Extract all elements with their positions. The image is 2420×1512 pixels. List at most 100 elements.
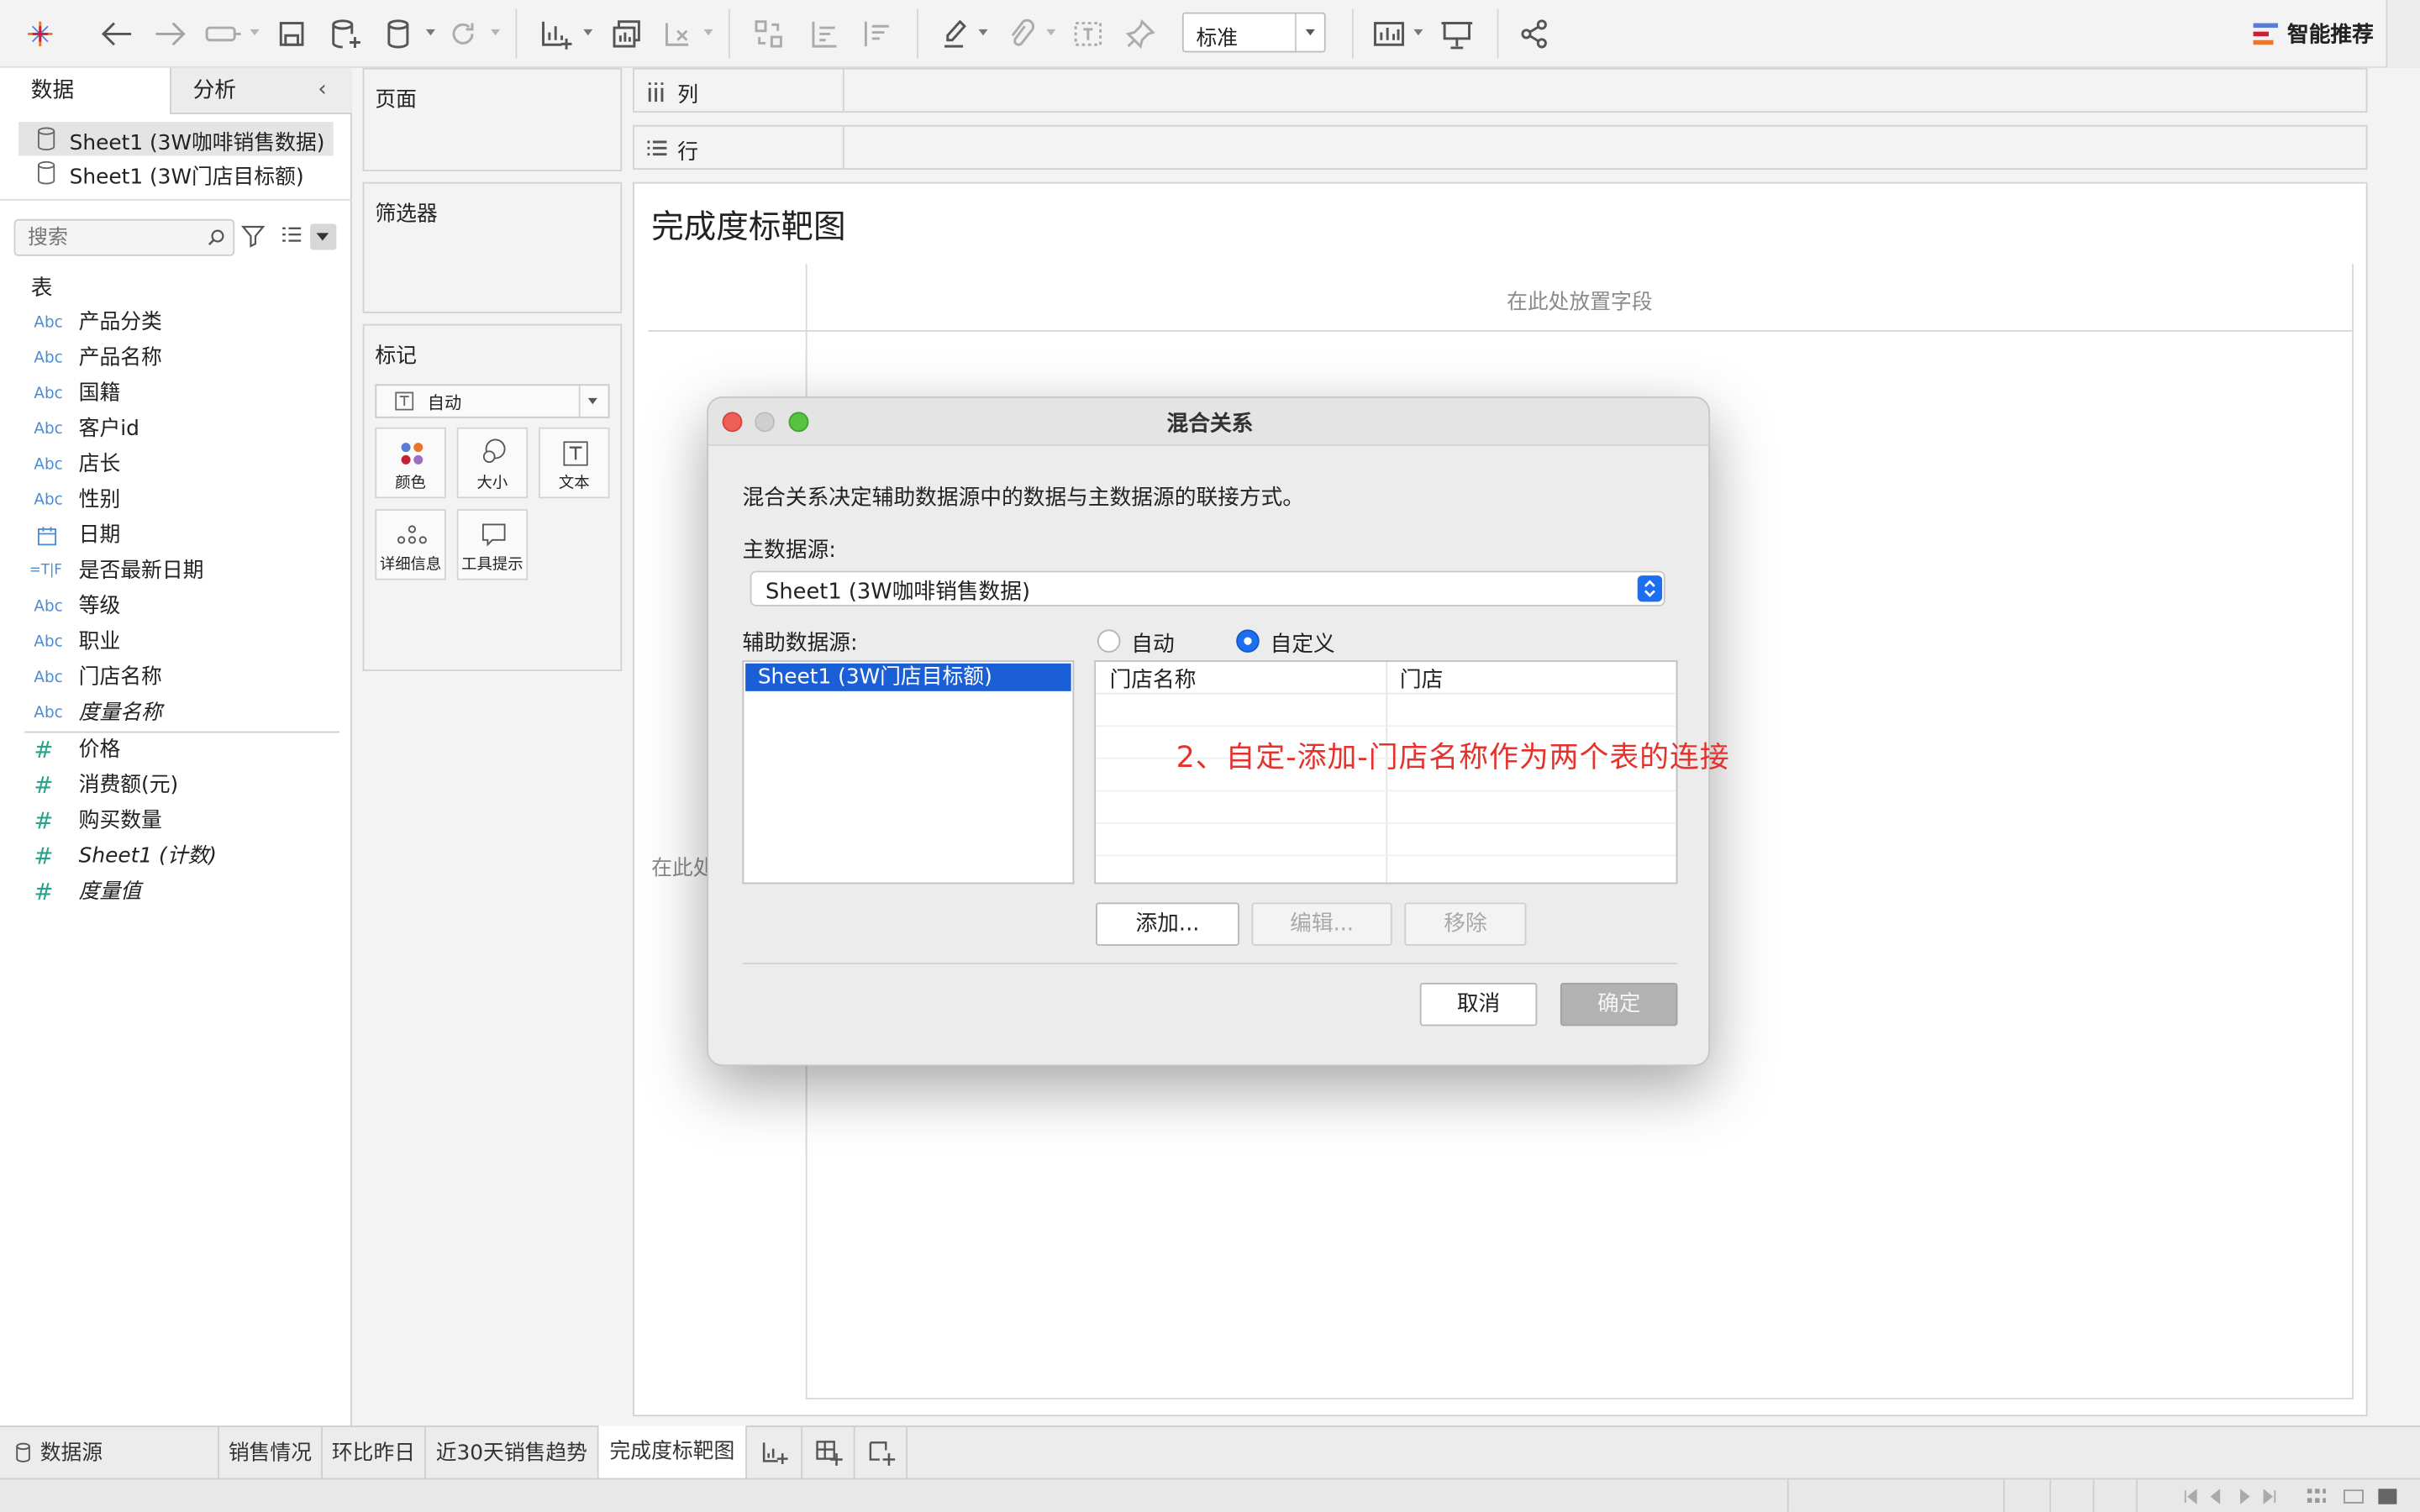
sheet-tab-active[interactable]: 完成度标靶图 — [598, 1425, 747, 1480]
cancel-button[interactable]: 取消 — [1419, 982, 1538, 1026]
collapse-pane-icon[interactable]: ‹ — [318, 77, 326, 102]
field-search-box[interactable] — [13, 218, 235, 256]
new-worksheet-icon — [761, 1442, 787, 1465]
presentation-icon[interactable] — [1435, 13, 1478, 55]
radio-auto[interactable] — [1097, 629, 1121, 653]
ok-button[interactable]: 确定 — [1560, 982, 1678, 1026]
field-item[interactable]: 日期 — [0, 518, 352, 554]
columns-shelf[interactable]: 列 — [633, 67, 2368, 113]
duplicate-sheet-icon[interactable] — [605, 13, 648, 55]
new-story-tab-button[interactable] — [855, 1426, 908, 1480]
field-name: 产品名称 — [78, 345, 162, 370]
string-type-icon: Abc — [34, 349, 63, 368]
filmstrip-view-icon[interactable] — [2343, 1488, 2365, 1506]
field-item[interactable]: Abc 度量名称 — [0, 696, 352, 731]
rows-shelf[interactable]: 行 — [633, 124, 2368, 171]
text-mark-button[interactable]: 文本 — [539, 427, 610, 499]
refresh-icon[interactable] — [443, 13, 483, 55]
toolbar: 标准 智能推荐 — [0, 0, 2420, 68]
undo-icon[interactable] — [96, 13, 139, 55]
label-icon[interactable] — [1068, 13, 1108, 55]
field-name: 日期 — [78, 522, 121, 549]
color-mark-button[interactable]: 颜色 — [375, 427, 446, 499]
primary-source-select[interactable]: Sheet1 (3W咖啡销售数据) — [750, 570, 1665, 606]
field-item[interactable]: Abc 产品分类 — [0, 306, 352, 341]
datasource-icon[interactable] — [376, 13, 419, 55]
database-icon — [37, 160, 55, 185]
mark-type-select[interactable]: 标准 — [1181, 12, 1326, 53]
field-name: 国籍 — [78, 381, 121, 407]
new-story-icon — [868, 1441, 895, 1466]
swap-rows-cols-icon[interactable] — [747, 13, 790, 55]
color-mark-label: 颜色 — [395, 475, 426, 492]
sort-asc-icon[interactable] — [802, 13, 845, 55]
tooltip-icon — [481, 523, 506, 547]
new-worksheet-icon[interactable] — [534, 13, 576, 55]
field-item[interactable]: Abc 国籍 — [0, 376, 352, 412]
detail-mark-button[interactable]: 详细信息 — [375, 509, 446, 580]
tab-datasource-label: 数据源 — [39, 1441, 103, 1466]
radio-custom-label: 自定义 — [1270, 633, 1335, 658]
clear-sheet-icon[interactable] — [657, 13, 697, 55]
string-type-icon: Abc — [34, 386, 63, 403]
pin-icon[interactable] — [1120, 13, 1160, 55]
list-view-icon[interactable] — [279, 225, 303, 247]
sort-desc-icon[interactable] — [855, 13, 898, 55]
group-icon[interactable] — [1000, 13, 1040, 55]
grid-view-icon[interactable] — [2306, 1488, 2328, 1506]
replay-icon[interactable] — [201, 13, 247, 55]
filter-icon[interactable] — [240, 223, 266, 248]
sheet-tab[interactable]: 环比昨日 — [323, 1426, 426, 1480]
view-options-dropdown[interactable] — [310, 223, 337, 250]
secondary-source-list[interactable]: Sheet1 (3W门店目标额) — [742, 660, 1075, 885]
field-item[interactable]: Abc 店长 — [0, 448, 352, 483]
field-item[interactable]: Abc 客户id — [0, 412, 352, 447]
sheet-navigation-icon[interactable] — [2182, 1488, 2284, 1506]
field-item[interactable]: # 消费额(元) — [0, 769, 352, 804]
field-item[interactable]: Abc 门店名称 — [0, 660, 352, 696]
highlight-icon[interactable] — [935, 13, 976, 55]
search-input[interactable] — [15, 220, 201, 255]
new-datasource-icon[interactable] — [324, 13, 367, 55]
remove-button[interactable]: 移除 — [1404, 902, 1527, 946]
add-button[interactable]: 添加... — [1096, 902, 1239, 946]
tooltip-mark-button[interactable]: 工具提示 — [456, 509, 529, 580]
field-item[interactable]: Abc 性别 — [0, 483, 352, 518]
show-me-icon[interactable] — [1367, 13, 1410, 55]
field-item[interactable]: Abc 产品名称 — [0, 341, 352, 376]
edit-button[interactable]: 编辑... — [1251, 902, 1392, 946]
field-item[interactable]: # 价格 — [0, 732, 352, 768]
secondary-source-item[interactable]: Sheet1 (3W门店目标额) — [745, 663, 1071, 691]
field-item[interactable]: Abc 职业 — [0, 625, 352, 660]
field-item[interactable]: # 购买数量 — [0, 804, 352, 839]
field-item[interactable]: Abc 等级 — [0, 590, 352, 625]
tutorial-annotation: 2、自定-添加-门店名称作为两个表的连接 — [1176, 740, 1730, 775]
datasource-item-secondary[interactable]: Sheet1 (3W门店目标额) — [18, 156, 334, 190]
smart-recommend-button[interactable]: 智能推荐 — [2250, 15, 2374, 52]
number-type-icon: # — [34, 878, 54, 906]
mark-type-dropdown[interactable]: 自动 — [375, 384, 610, 418]
tab-data[interactable]: 数据 — [0, 67, 171, 114]
sheet-tab[interactable]: 销售情况 — [219, 1426, 323, 1480]
radio-custom[interactable] — [1236, 629, 1260, 653]
filters-card[interactable]: 筛选器 — [362, 181, 623, 313]
field-item[interactable]: # 度量值 — [0, 874, 352, 910]
field-item[interactable]: =T|F 是否最新日期 — [0, 554, 352, 589]
tab-view-icon[interactable] — [2377, 1488, 2399, 1506]
columns-drop-zone[interactable]: 在此处放置字段 — [805, 264, 2354, 332]
redo-icon[interactable] — [148, 13, 191, 55]
string-type-icon: Abc — [34, 598, 63, 616]
sheet-tab[interactable]: 近30天销售趋势 — [426, 1426, 599, 1480]
tab-datasource[interactable]: 数据源 — [0, 1426, 219, 1480]
pages-card[interactable]: 页面 — [362, 67, 623, 171]
status-bar — [0, 1478, 2420, 1512]
save-icon[interactable] — [271, 13, 312, 55]
mark-type-select-value: 标准 — [1196, 26, 1239, 51]
new-worksheet-tab-button[interactable] — [747, 1426, 803, 1480]
size-mark-button[interactable]: 大小 — [456, 427, 529, 499]
new-dashboard-tab-button[interactable] — [802, 1426, 855, 1480]
field-item[interactable]: # Sheet1 (计数) — [0, 839, 352, 874]
share-icon[interactable] — [1512, 13, 1555, 55]
datasource-item-primary[interactable]: Sheet1 (3W咖啡销售数据) — [18, 122, 334, 156]
tableau-logo-icon[interactable] — [22, 13, 59, 55]
